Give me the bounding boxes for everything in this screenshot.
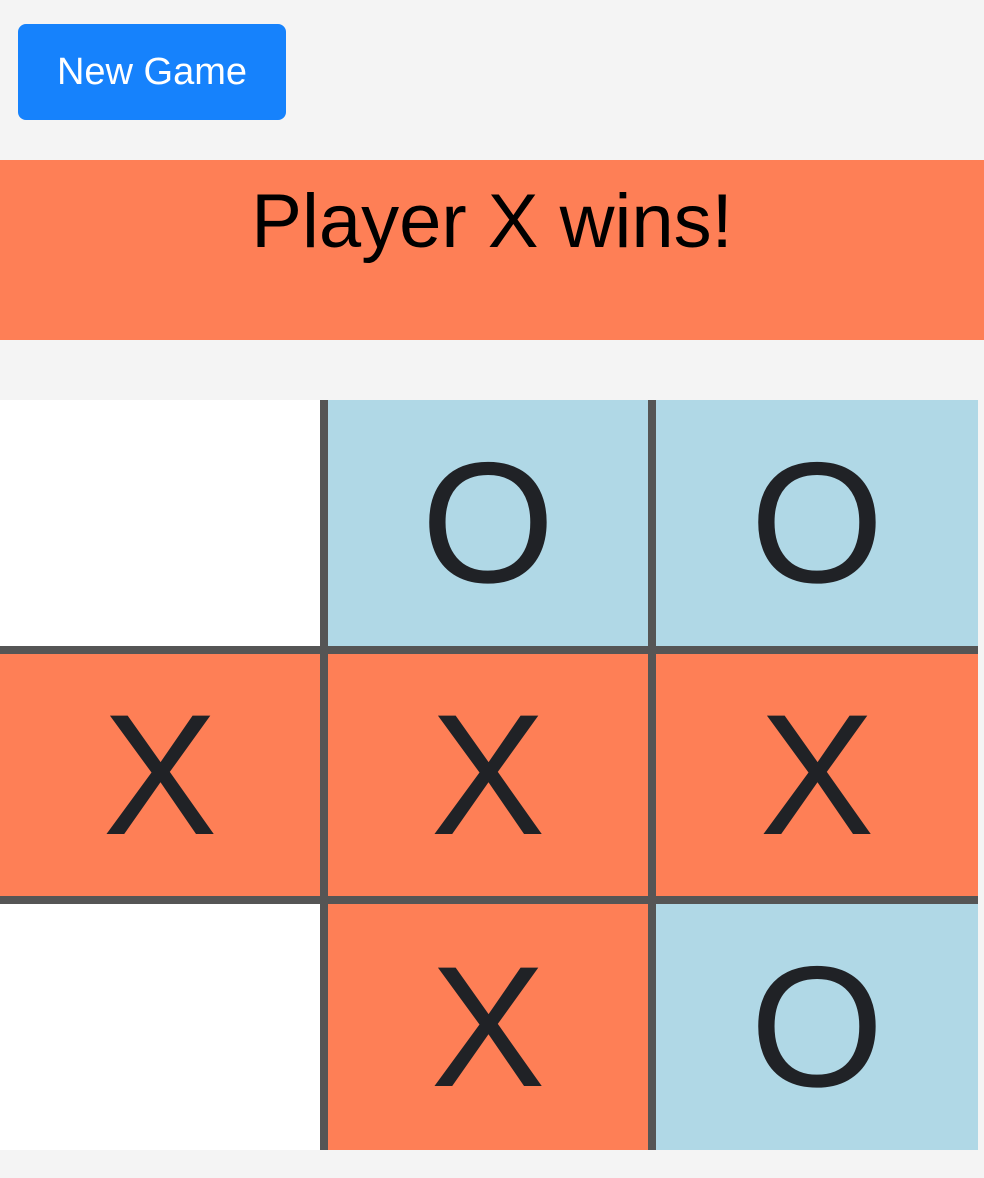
board-cell-r1-c2[interactable]: O xyxy=(328,400,648,646)
cell-mark: X xyxy=(430,931,546,1123)
cell-mark: X xyxy=(102,679,218,871)
board-cell-r2-c1[interactable]: X xyxy=(0,654,320,896)
board-cell-r1-c1[interactable] xyxy=(0,400,320,646)
board-cell-r1-c3[interactable]: O xyxy=(656,400,978,646)
game-board: O O X X X X O xyxy=(0,400,978,1150)
board-cell-r3-c1[interactable] xyxy=(0,904,320,1150)
cell-mark: O xyxy=(750,427,884,619)
board-cell-r3-c2[interactable]: X xyxy=(328,904,648,1150)
board-cell-r2-c3[interactable]: X xyxy=(656,654,978,896)
cell-mark: O xyxy=(421,427,555,619)
board-cell-r3-c3[interactable]: O xyxy=(656,904,978,1150)
status-banner: Player X wins! xyxy=(0,160,984,340)
status-message: Player X wins! xyxy=(251,179,733,264)
board-cell-r2-c2[interactable]: X xyxy=(328,654,648,896)
cell-mark: O xyxy=(750,931,884,1123)
cell-mark: X xyxy=(759,679,875,871)
new-game-button[interactable]: New Game xyxy=(18,24,286,120)
cell-mark: X xyxy=(430,679,546,871)
